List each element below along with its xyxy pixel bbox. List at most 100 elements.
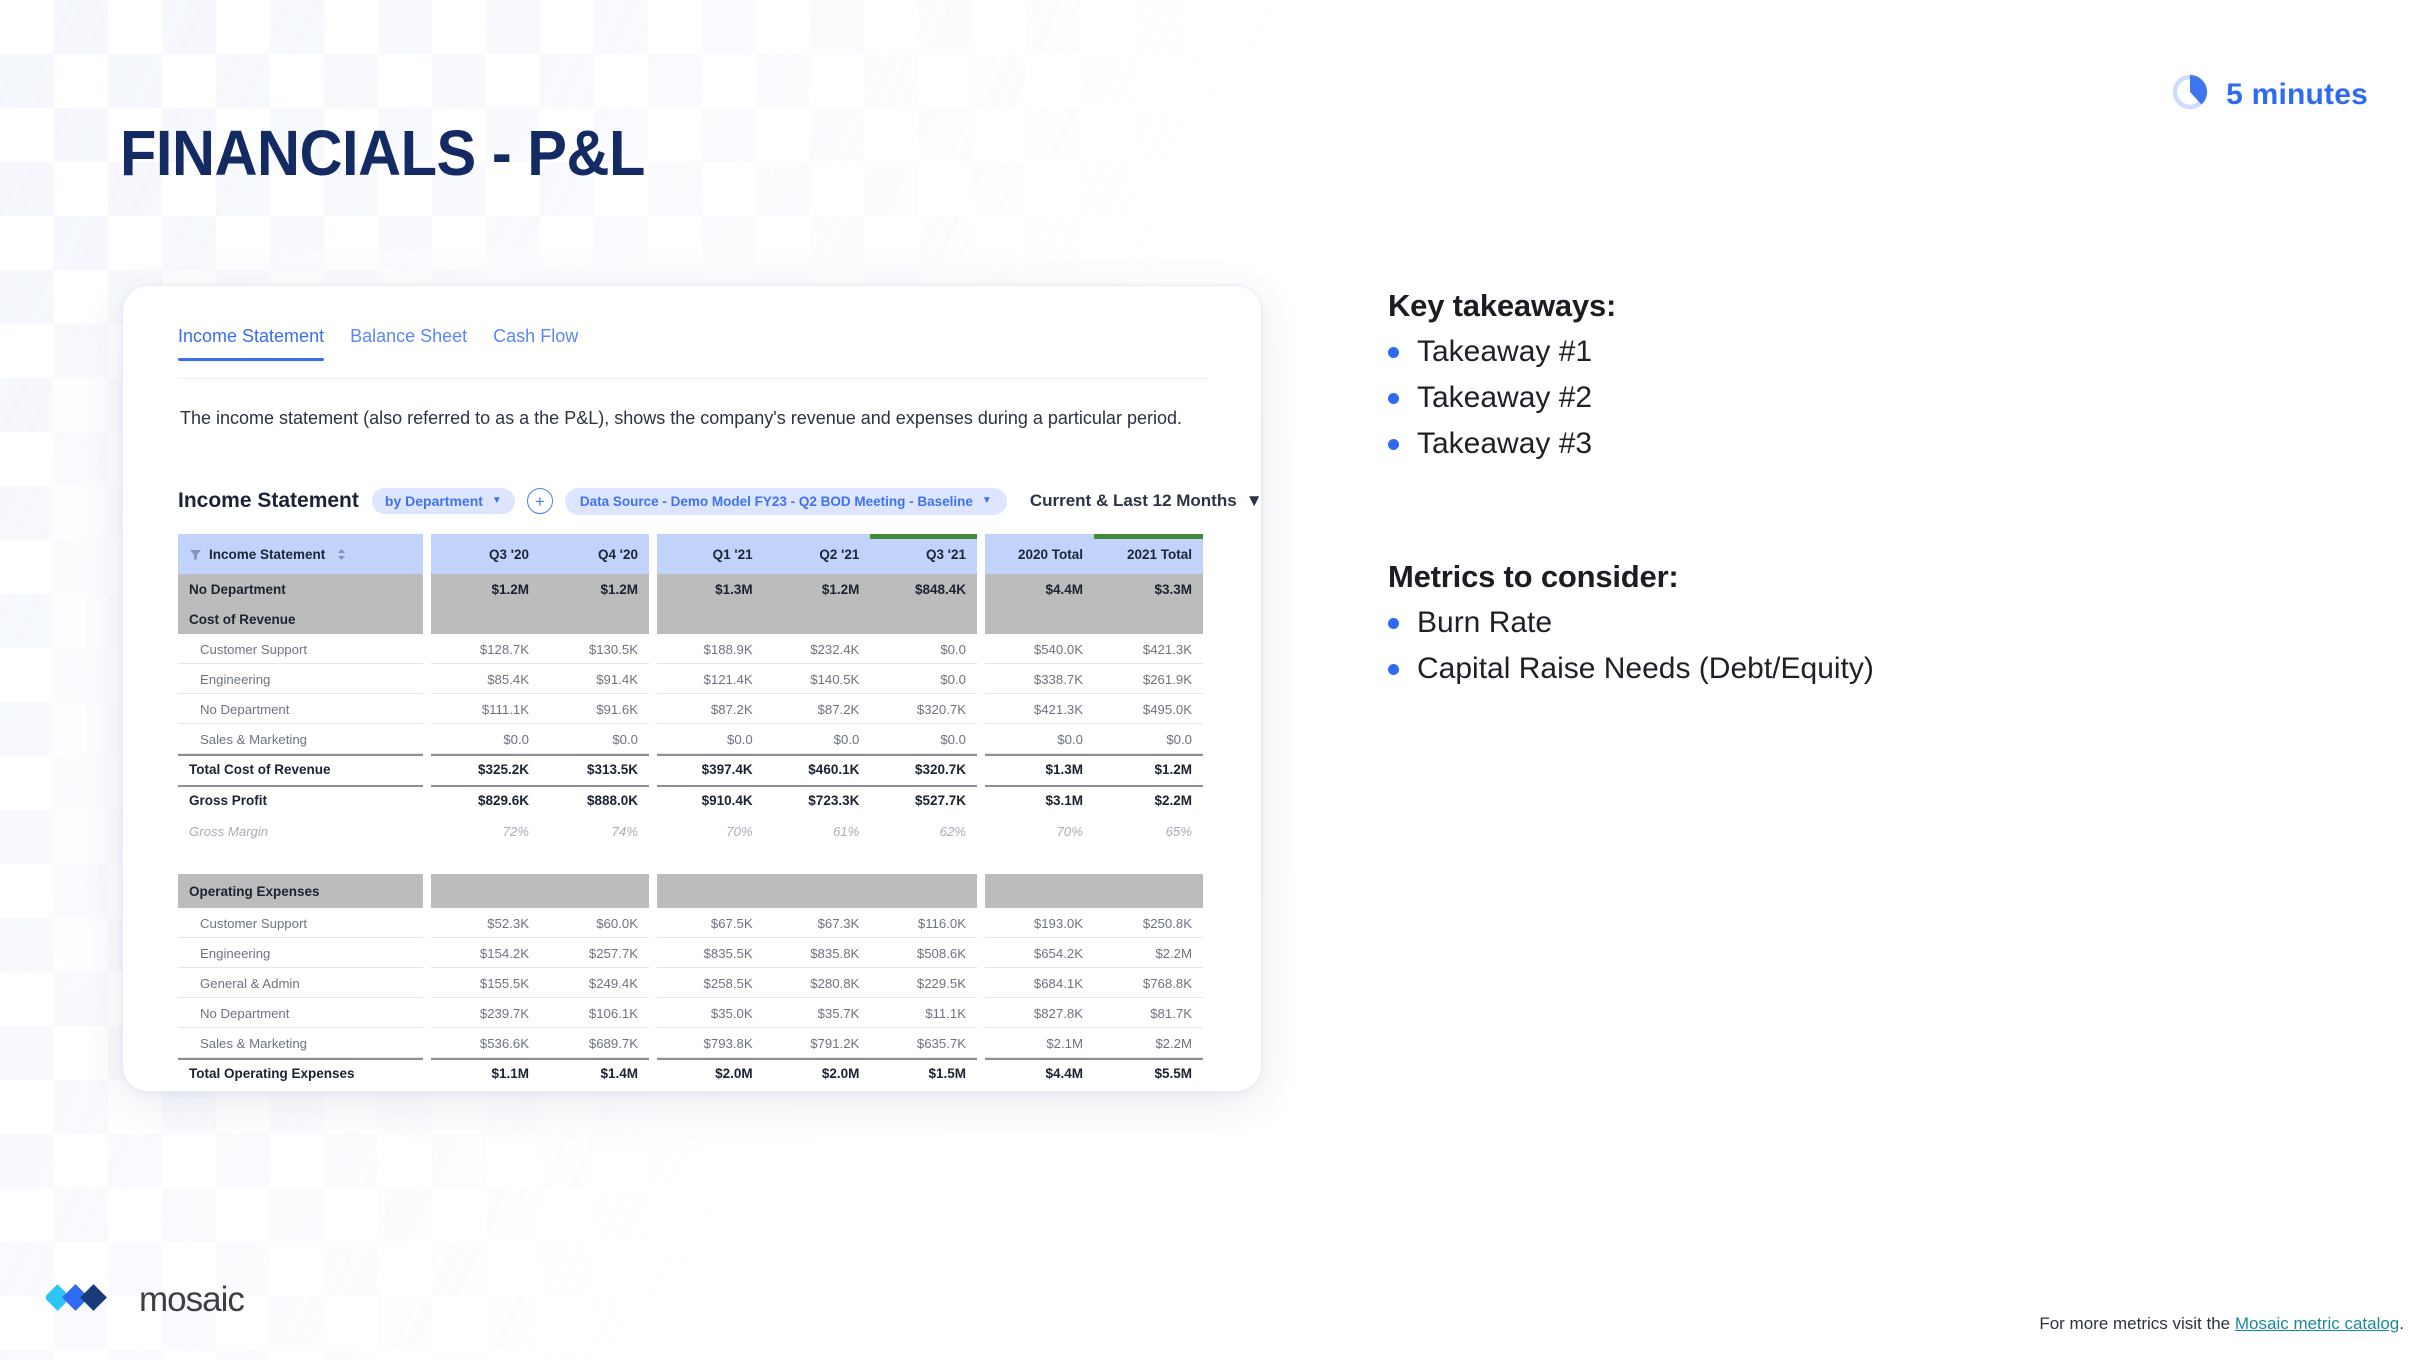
- cell-value: $4.4M: [1045, 581, 1083, 597]
- tab-cash-flow[interactable]: Cash Flow: [493, 326, 578, 361]
- tab-balance-sheet[interactable]: Balance Sheet: [350, 326, 467, 361]
- row-label: Sales & Marketing: [200, 1035, 308, 1051]
- cell-value: $85.4K: [487, 671, 529, 687]
- cell-value: 74%: [611, 823, 638, 839]
- cell-value: $249.4K: [588, 975, 638, 991]
- current-period-indicator: [870, 534, 977, 539]
- cell-value: 70%: [1056, 823, 1083, 839]
- col-header[interactable]: 2020 Total: [985, 534, 1094, 574]
- metrics-list: Burn Rate Capital Raise Needs (Debt/Equi…: [1388, 603, 2348, 688]
- mosaic-wordmark: mosaic: [139, 1280, 245, 1319]
- row-label: Total Operating Expenses: [189, 1066, 355, 1081]
- page-title: FINANCIALS - P&L: [120, 117, 645, 189]
- cell-value: 72%: [502, 823, 529, 839]
- chevron-down-icon: ▼: [981, 495, 992, 506]
- cell-value: $910.4K: [701, 793, 753, 808]
- cell-value: $1.5M: [928, 1066, 967, 1081]
- cell-value: 62%: [939, 823, 967, 839]
- cell-value: $536.6K: [479, 1035, 529, 1051]
- cell-value: $35.0K: [710, 1005, 753, 1021]
- sort-icon[interactable]: [336, 548, 347, 561]
- table-row: General & Admin $155.5K $249.4K $258.5K $2…: [178, 968, 1208, 998]
- bullet-icon: [1388, 664, 1399, 675]
- cell-value: $4.4M: [1045, 1066, 1083, 1081]
- cell-value: 70%: [726, 823, 753, 839]
- cell-value: $835.5K: [703, 945, 753, 961]
- cell-value: $2.0M: [821, 1066, 860, 1081]
- date-range-dropdown[interactable]: Current & Last 12 Months ▼: [1029, 491, 1261, 511]
- table-row: Cost of Revenue: [178, 604, 1208, 634]
- cell-value: $60.0K: [596, 915, 638, 931]
- group-by-dropdown[interactable]: by Department ▼: [371, 488, 515, 514]
- cell-value: $689.7K: [588, 1035, 638, 1051]
- row-label: No Department: [200, 701, 290, 717]
- cell-value: $2.1M: [1046, 1035, 1083, 1051]
- table-row: Engineering $85.4K $91.4K $121.4K $140.5K $…: [178, 664, 1208, 694]
- date-range-label: Current & Last 12 Months: [1029, 491, 1237, 510]
- cell-value: $5.5M: [1154, 1066, 1192, 1081]
- cell-value: $635.7K: [916, 1035, 967, 1051]
- col-header[interactable]: Q1 '21: [657, 534, 764, 574]
- cell-value: $835.8K: [810, 945, 860, 961]
- cell-value: $793.8K: [703, 1035, 753, 1051]
- toolbar-title: Income Statement: [178, 489, 359, 512]
- mosaic-logo: mosaic: [44, 1280, 245, 1320]
- cell-value: $320.7K: [916, 701, 967, 717]
- cell-value: $0.0: [1166, 731, 1192, 747]
- cell-value: $250.8K: [1142, 915, 1192, 931]
- table-row: No Department $1.2M $1.2M $1.3M $1.2M $8…: [178, 574, 1208, 604]
- cell-value: $723.3K: [808, 793, 860, 808]
- col-header[interactable]: Q3 '21: [870, 534, 977, 574]
- col-header[interactable]: Q2 '21: [764, 534, 871, 574]
- bullet-icon: [1388, 439, 1399, 450]
- cell-value: $128.7K: [479, 641, 529, 657]
- col-header[interactable]: 2021 Total: [1094, 534, 1203, 574]
- table-row: Gross Margin 72% 74% 70% 61% 62% 70% 65%: [178, 816, 1208, 846]
- cell-value: $81.7K: [1150, 1005, 1192, 1021]
- row-label: Gross Margin: [189, 823, 269, 839]
- row-label: No Department: [189, 581, 286, 597]
- row-label: Gross Profit: [189, 793, 268, 808]
- col-header[interactable]: Q4 '20: [540, 534, 649, 574]
- add-grouping-button[interactable]: +: [526, 488, 553, 514]
- cell-value: $829.6K: [477, 793, 529, 808]
- cell-value: $87.2K: [817, 701, 860, 717]
- cell-value: $91.6K: [596, 701, 638, 717]
- col-header[interactable]: Q3 '20: [431, 534, 540, 574]
- cell-value: $261.9K: [1142, 671, 1192, 687]
- table-row: Customer Support $52.3K $60.0K $67.5K $67.…: [178, 908, 1208, 938]
- list-item: Burn Rate: [1388, 603, 2348, 642]
- table-row: Sales & Marketing $0.0 $0.0 $0.0 $0.0 $0.0 …: [178, 724, 1208, 754]
- mosaic-diamonds-icon: [44, 1281, 124, 1320]
- table-spacer: [178, 846, 1208, 874]
- table-row: Total Cost of Revenue $325.2K $313.5K $39…: [178, 754, 1208, 785]
- cell-value: $684.1K: [1033, 975, 1083, 991]
- filter-icon[interactable]: [189, 548, 202, 561]
- cell-value: $3.3M: [1154, 581, 1192, 597]
- list-item: Capital Raise Needs (Debt/Equity): [1388, 649, 2348, 688]
- table-row: Sales & Marketing $536.6K $689.7K $793.8K…: [178, 1028, 1208, 1058]
- cell-value: $654.2K: [1033, 945, 1083, 961]
- row-label: Total Cost of Revenue: [189, 762, 331, 777]
- bullet-icon: [1388, 393, 1399, 404]
- cell-value: $2.2M: [1155, 945, 1192, 961]
- cell-value: $0.0: [940, 731, 967, 747]
- cell-value: $397.4K: [701, 762, 753, 777]
- group-by-label: by Department: [384, 493, 483, 509]
- row-label: Operating Expenses: [189, 883, 320, 899]
- table-row: Gross Profit $829.6K $888.0K $910.4K $723.…: [178, 785, 1208, 816]
- row-label: Engineering: [200, 945, 271, 961]
- row-header-column-title[interactable]: Income Statement: [178, 534, 423, 574]
- footer-note-prefix: For more metrics visit the: [2039, 1314, 2235, 1333]
- data-source-dropdown[interactable]: Data Source - Demo Model FY23 - Q2 BOD M…: [564, 487, 1007, 515]
- cell-value: $11.1K: [925, 1005, 967, 1021]
- tab-income-statement[interactable]: Income Statement: [178, 326, 325, 361]
- key-takeaways-block: Key takeaways: Takeaway #1 Takeaway #2 T…: [1388, 288, 2348, 463]
- cell-value: $338.7K: [1033, 671, 1083, 687]
- cell-value: $106.1K: [588, 1005, 638, 1021]
- financial-table: Income Statement Q3 '20 Q4 '20 Q1 '21 Q2…: [178, 534, 1208, 1089]
- mosaic-metric-catalog-link[interactable]: Mosaic metric catalog: [2235, 1314, 2399, 1333]
- row-label: Customer Support: [200, 915, 308, 931]
- cell-value: $91.4K: [596, 671, 638, 687]
- table-row: Engineering $154.2K $257.7K $835.5K $835.8…: [178, 938, 1208, 968]
